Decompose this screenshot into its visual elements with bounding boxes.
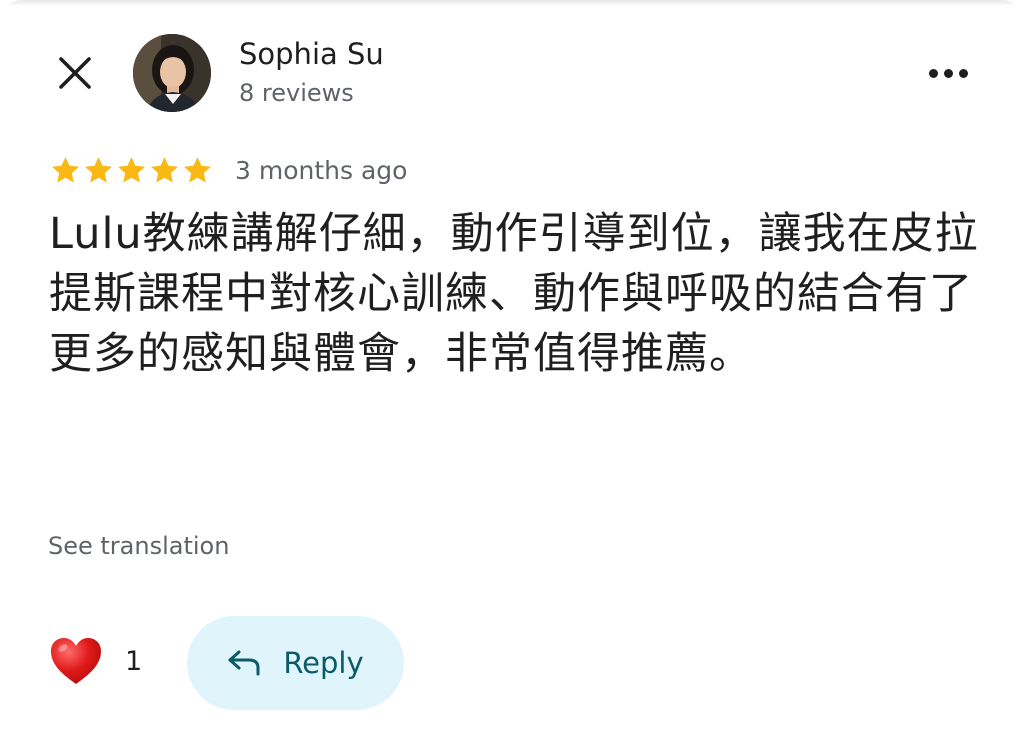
star-icon bbox=[52, 156, 79, 183]
star-icon bbox=[151, 156, 178, 183]
review-card: Sophia Su 8 reviews 3 months ago Lulu教練講… bbox=[0, 0, 1024, 751]
rating-row: 3 months ago bbox=[50, 150, 407, 190]
reply-button[interactable]: Reply bbox=[187, 616, 404, 710]
like-count: 1 bbox=[125, 645, 143, 677]
see-translation-link[interactable]: See translation bbox=[48, 532, 229, 560]
reply-arrow-icon bbox=[228, 650, 260, 676]
reviewer-name[interactable]: Sophia Su bbox=[239, 37, 384, 71]
more-options-button[interactable] bbox=[922, 58, 974, 88]
like-button[interactable]: 1 bbox=[49, 636, 142, 686]
close-icon bbox=[59, 57, 91, 89]
reviewer-review-count: 8 reviews bbox=[239, 79, 354, 107]
more-icon bbox=[928, 68, 938, 78]
review-text: Lulu教練講解仔細，動作引導到位，讓我在皮拉提斯課程中對核心訓練、動作與呼吸的… bbox=[49, 209, 979, 379]
top-shade bbox=[0, 0, 1024, 6]
star-icon bbox=[85, 156, 112, 183]
heart-icon bbox=[51, 638, 101, 684]
star-icon bbox=[118, 156, 145, 183]
star-icon bbox=[184, 156, 211, 183]
review-time: 3 months ago bbox=[235, 155, 408, 185]
reply-label: Reply bbox=[283, 646, 364, 680]
avatar[interactable] bbox=[133, 34, 211, 112]
star-rating bbox=[50, 155, 213, 186]
close-button[interactable] bbox=[54, 52, 96, 94]
